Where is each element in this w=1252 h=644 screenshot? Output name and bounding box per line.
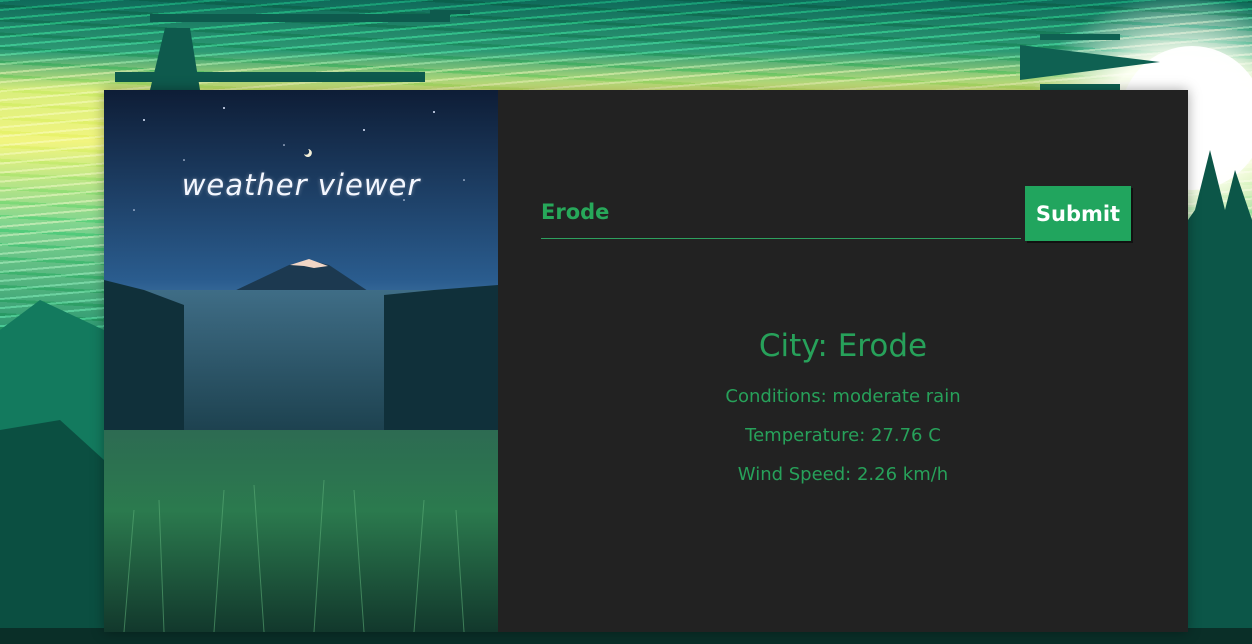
search-row: Submit [541,186,1133,242]
submit-button[interactable]: Submit [1025,186,1131,241]
city-input[interactable] [541,186,1021,239]
weather-card: weather viewer Submit City: Erode Condit… [104,90,1188,632]
result-wind-speed: Wind Speed: 2.26 km/h [737,464,949,485]
result-temperature: Temperature: 27.76 C [745,425,941,446]
weather-result: City: Erode Conditions: moderate rain Te… [498,328,1188,503]
app-title: weather viewer [181,168,421,202]
result-conditions: Conditions: moderate rain [725,386,961,407]
result-city: City: Erode [758,328,928,364]
weather-panel: Submit City: Erode Conditions: moderate … [498,90,1188,632]
landscape-photo: weather viewer [104,90,498,632]
